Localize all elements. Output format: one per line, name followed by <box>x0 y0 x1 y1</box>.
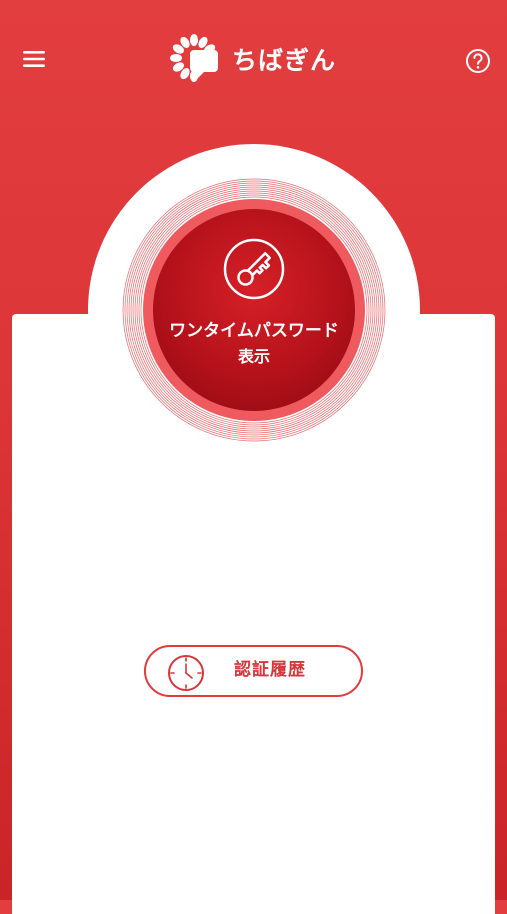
question-circle-icon <box>466 49 490 73</box>
app-header: ちばぎん <box>0 0 507 120</box>
auth-history-label: 認証履歴 <box>234 660 306 680</box>
flower-logo-icon <box>170 34 218 82</box>
hamburger-menu-icon <box>23 51 45 67</box>
help-button[interactable] <box>461 44 495 78</box>
bank-logo: ちばぎん <box>168 32 336 88</box>
otp-display-button[interactable]: ワンタイムパスワード 表示 <box>121 177 387 443</box>
menu-button[interactable] <box>18 44 52 74</box>
clock-icon <box>168 655 204 691</box>
logo-text: ちばぎん <box>232 45 337 75</box>
otp-label-line1: ワンタイムパスワード <box>169 321 339 341</box>
otp-label-line2: 表示 <box>237 347 270 366</box>
auth-history-button[interactable]: 認証履歴 <box>144 645 363 697</box>
otp-button-graphic <box>122 178 386 442</box>
